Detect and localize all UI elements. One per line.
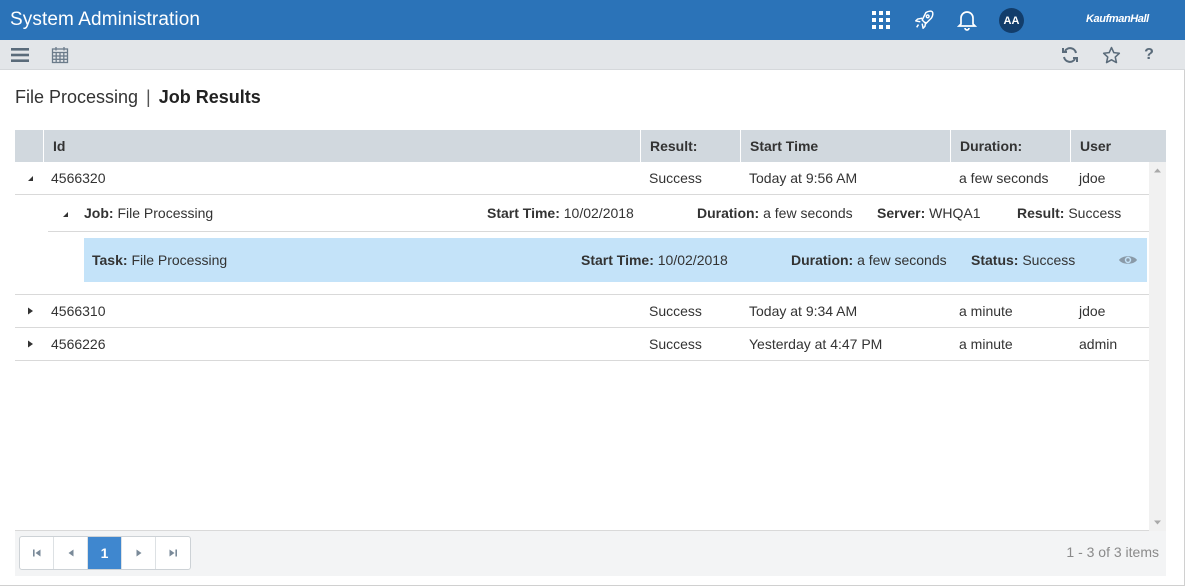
breadcrumb-separator: | <box>146 87 151 107</box>
row-user: jdoe <box>1079 170 1106 186</box>
header-id[interactable]: Id <box>43 130 640 162</box>
first-page-button[interactable] <box>20 537 54 569</box>
job-server: Server: WHQA1 <box>877 205 981 221</box>
header-duration[interactable]: Duration: <box>950 130 1070 162</box>
first-page-icon <box>32 549 40 557</box>
task-status: Status: Success <box>971 252 1076 268</box>
row-duration: a minute <box>959 303 1013 319</box>
row-id: 4566310 <box>51 303 106 319</box>
refresh-icon[interactable] <box>1059 44 1081 66</box>
star-icon[interactable] <box>1100 44 1122 66</box>
row-id: 4566320 <box>51 170 106 186</box>
job-start-time: Start Time: 10/02/2018 <box>487 205 634 221</box>
table-row[interactable]: 4566320 Success Today at 9:56 AM a few s… <box>15 162 1149 195</box>
row-start-time: Today at 9:56 AM <box>749 170 858 186</box>
calendar-icon[interactable] <box>49 44 71 66</box>
row-id: 4566226 <box>51 336 106 352</box>
row-duration: a few seconds <box>959 170 1049 186</box>
row-user: admin <box>1079 336 1118 352</box>
previous-page-icon <box>68 549 73 557</box>
collapse-caret-icon[interactable] <box>25 173 35 183</box>
task-detail-row[interactable]: Task: File Processing Start Time: 10/02/… <box>84 238 1147 282</box>
bell-icon[interactable] <box>955 8 979 32</box>
last-page-button[interactable] <box>156 537 190 569</box>
breadcrumb-current: Job Results <box>158 87 261 107</box>
row-start-time: Today at 9:34 AM <box>749 303 858 319</box>
job-duration: Duration: a few seconds <box>697 205 853 221</box>
menu-icon[interactable] <box>9 44 31 66</box>
pager-buttons: 1 <box>19 536 191 570</box>
row-result: Success <box>649 170 702 186</box>
app-window: System Administration AA KaufmanHall ? F… <box>0 0 1185 586</box>
previous-page-button[interactable] <box>54 537 88 569</box>
row-result: Success <box>649 303 702 319</box>
page-number-button[interactable]: 1 <box>88 537 122 569</box>
job-result: Result: Success <box>1017 205 1122 221</box>
row-result: Success <box>649 336 702 352</box>
top-header-bar: System Administration AA KaufmanHall <box>0 0 1185 40</box>
header-expand-column <box>15 130 43 162</box>
next-page-icon <box>136 549 141 557</box>
user-avatar[interactable]: AA <box>999 8 1024 33</box>
row-user: jdoe <box>1079 303 1106 319</box>
app-title: System Administration <box>10 9 201 30</box>
row-start-time: Yesterday at 4:47 PM <box>749 336 883 352</box>
help-icon[interactable]: ? <box>1138 44 1160 66</box>
task-duration: Duration: a few seconds <box>791 252 947 268</box>
table-row[interactable]: 4566310 Success Today at 9:34 AM a minut… <box>15 295 1149 328</box>
toolbar: ? <box>0 40 1185 70</box>
expand-caret-icon[interactable] <box>25 306 35 316</box>
header-user[interactable]: User <box>1070 130 1166 162</box>
job-name: Job: File Processing <box>84 205 214 221</box>
job-detail-row[interactable]: Job: File Processing Start Time: 10/02/2… <box>48 195 1149 232</box>
scroll-up-icon[interactable] <box>1153 166 1162 175</box>
job-results-grid: Id Result: Start Time Duration: User 456… <box>15 130 1166 531</box>
breadcrumb: File Processing | Job Results <box>15 87 261 108</box>
grid-pager: 1 1 - 3 of 3 items <box>15 531 1166 576</box>
brand-logo: KaufmanHall <box>1086 13 1149 25</box>
job-collapse-caret-icon[interactable] <box>60 209 70 219</box>
task-start-time: Start Time: 10/02/2018 <box>581 252 728 268</box>
task-name: Task: File Processing <box>92 252 228 268</box>
expand-caret-icon[interactable] <box>25 339 35 349</box>
next-page-button[interactable] <box>122 537 156 569</box>
pager-info: 1 - 3 of 3 items <box>1066 544 1159 560</box>
scroll-down-icon[interactable] <box>1153 518 1162 527</box>
breadcrumb-parent[interactable]: File Processing <box>15 87 138 107</box>
row-duration: a minute <box>959 336 1013 352</box>
last-page-icon <box>169 549 177 557</box>
view-eye-icon[interactable] <box>1118 253 1138 267</box>
vertical-scrollbar[interactable] <box>1149 162 1166 531</box>
apps-grid-icon[interactable] <box>869 8 893 32</box>
header-result[interactable]: Result: <box>640 130 740 162</box>
rocket-icon[interactable] <box>912 8 936 32</box>
grid-header: Id Result: Start Time Duration: User <box>15 130 1166 162</box>
header-start-time[interactable]: Start Time <box>740 130 950 162</box>
table-row[interactable]: 4566226 Success Yesterday at 4:47 PM a m… <box>15 328 1149 361</box>
